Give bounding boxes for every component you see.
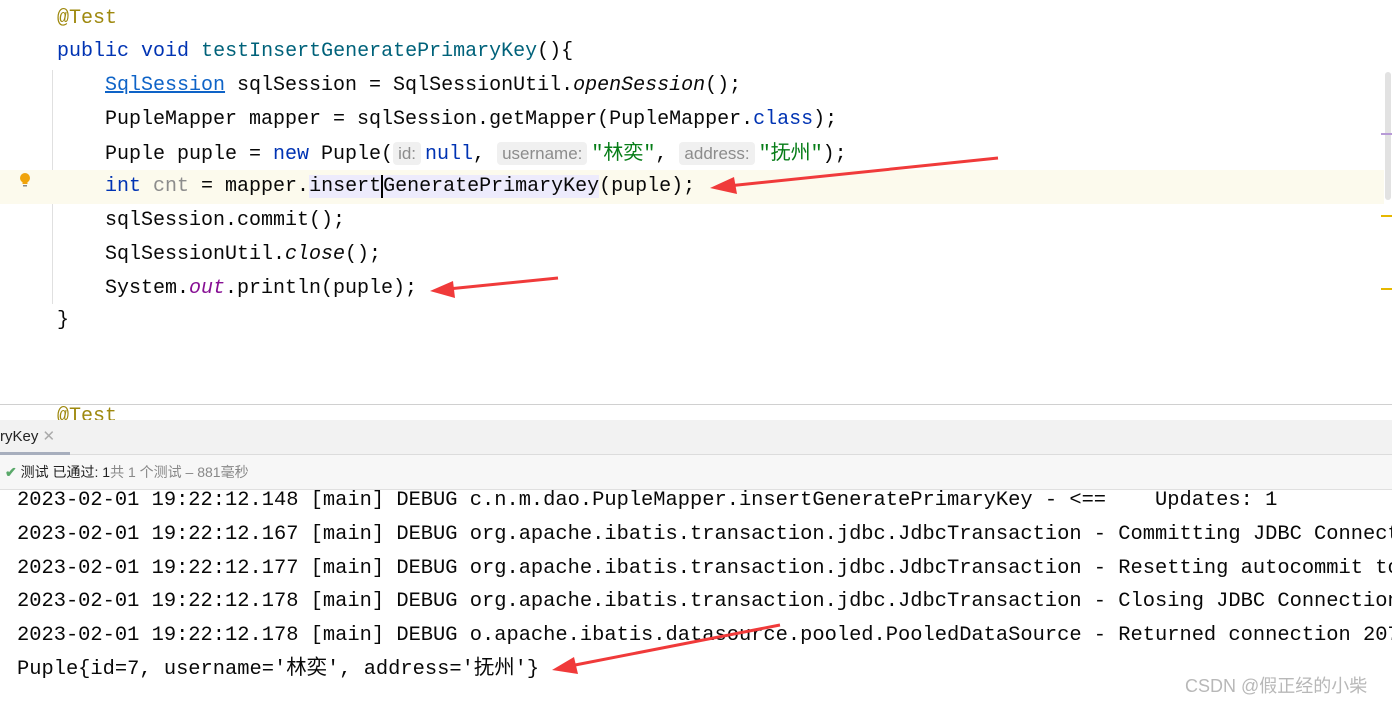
status-total: 共 1 个测试 – 881毫秒 <box>110 464 249 480</box>
param-hint: username: <box>497 142 588 165</box>
keyword: class <box>753 108 814 131</box>
code-line: System.out.println(puple); <box>105 272 417 306</box>
console-line: Puple{id=7, username='林奕', address='抚州'} <box>17 658 540 681</box>
static-field: out <box>189 277 226 300</box>
param-hint: id: <box>393 142 422 165</box>
run-tab[interactable]: ryKey ✕ <box>0 420 70 455</box>
code-line: @Test <box>57 400 117 420</box>
status-passed: 测试 已通过: 1 <box>20 464 111 480</box>
code: , <box>473 143 498 166</box>
console-line: 2023-02-01 19:22:12.177 [main] DEBUG org… <box>17 557 1392 580</box>
tab-label: ryKey <box>0 428 39 445</box>
code-line: @Test <box>57 2 117 36</box>
code: } <box>57 309 70 332</box>
code: (); <box>345 243 382 266</box>
code: PupleMapper mapper = sqlSession.getMappe… <box>105 108 754 131</box>
param-hint: address: <box>679 142 755 165</box>
method-name: testInsertGeneratePrimaryKey <box>201 40 538 63</box>
keyword: int <box>105 175 142 198</box>
code: SqlSessionUtil. <box>105 243 286 266</box>
code: (); <box>705 74 742 97</box>
code: sqlSession.commit(); <box>105 209 346 232</box>
string: "林奕" <box>591 143 656 166</box>
divider <box>0 404 1392 405</box>
code: Puple puple = <box>105 143 274 166</box>
unused-variable: cnt <box>141 175 190 198</box>
close-icon[interactable]: ✕ <box>43 428 56 445</box>
console-line: 2023-02-01 19:22:12.167 [main] DEBUG org… <box>17 523 1392 546</box>
warning-stripe-mark[interactable] <box>1381 215 1392 217</box>
console-line: 2023-02-01 19:22:12.178 [main] DEBUG o.a… <box>17 624 1392 647</box>
code-line: PupleMapper mapper = sqlSession.getMappe… <box>105 103 837 137</box>
static-method: close <box>285 243 346 266</box>
method-call: insert <box>309 175 382 198</box>
console-output[interactable]: 2023-02-01 19:22:12.148 [main] DEBUG c.n… <box>0 489 1392 703</box>
code-line: } <box>57 304 69 338</box>
scrollbar[interactable] <box>1385 72 1391 200</box>
annotation: @Test <box>57 405 118 420</box>
console-line: 2023-02-01 19:22:12.148 [main] DEBUG c.n… <box>17 489 1278 512</box>
code: (puple); <box>599 175 696 198</box>
keyword: void <box>141 40 190 63</box>
check-icon: ✔ <box>5 464 17 480</box>
code-line: Puple puple = new Puple(id: null, usernam… <box>105 137 847 171</box>
code: ); <box>822 143 847 166</box>
method-call: GeneratePrimaryKey <box>381 175 600 198</box>
code-line: SqlSessionUtil.close(); <box>105 238 381 272</box>
code: = mapper. <box>189 175 310 198</box>
code-line-current: int cnt = mapper.insert GeneratePrimaryKe… <box>0 170 1384 204</box>
string: "抚州" <box>758 143 823 166</box>
code: (){ <box>537 40 574 63</box>
code: System. <box>105 277 190 300</box>
code-editor[interactable]: @Test public void testInsertGeneratePrim… <box>0 0 1392 420</box>
run-tab-bar: ryKey ✕ <box>0 420 1392 455</box>
code: Puple( <box>309 143 394 166</box>
warning-stripe-mark[interactable] <box>1381 288 1392 290</box>
keyword: public <box>57 40 130 63</box>
code: , <box>655 143 680 166</box>
annotation: @Test <box>57 7 118 30</box>
code-line: public void testInsertGeneratePrimaryKey… <box>57 35 573 69</box>
error-stripe-mark[interactable] <box>1381 133 1392 135</box>
keyword: null <box>425 143 474 166</box>
keyword: new <box>273 143 310 166</box>
code: ); <box>813 108 838 131</box>
static-method: openSession <box>573 74 706 97</box>
code-line: sqlSession.commit(); <box>105 204 345 238</box>
console-line: 2023-02-01 19:22:12.178 [main] DEBUG org… <box>17 590 1392 613</box>
type-link[interactable]: SqlSession <box>105 74 225 97</box>
code-line: SqlSession sqlSession = SqlSessionUtil.o… <box>105 69 741 103</box>
watermark: CSDN @假正经的小柴 <box>1185 676 1368 696</box>
lightbulb-icon[interactable] <box>19 173 31 187</box>
code: .println(puple); <box>225 277 418 300</box>
code: sqlSession = SqlSessionUtil. <box>225 74 574 97</box>
